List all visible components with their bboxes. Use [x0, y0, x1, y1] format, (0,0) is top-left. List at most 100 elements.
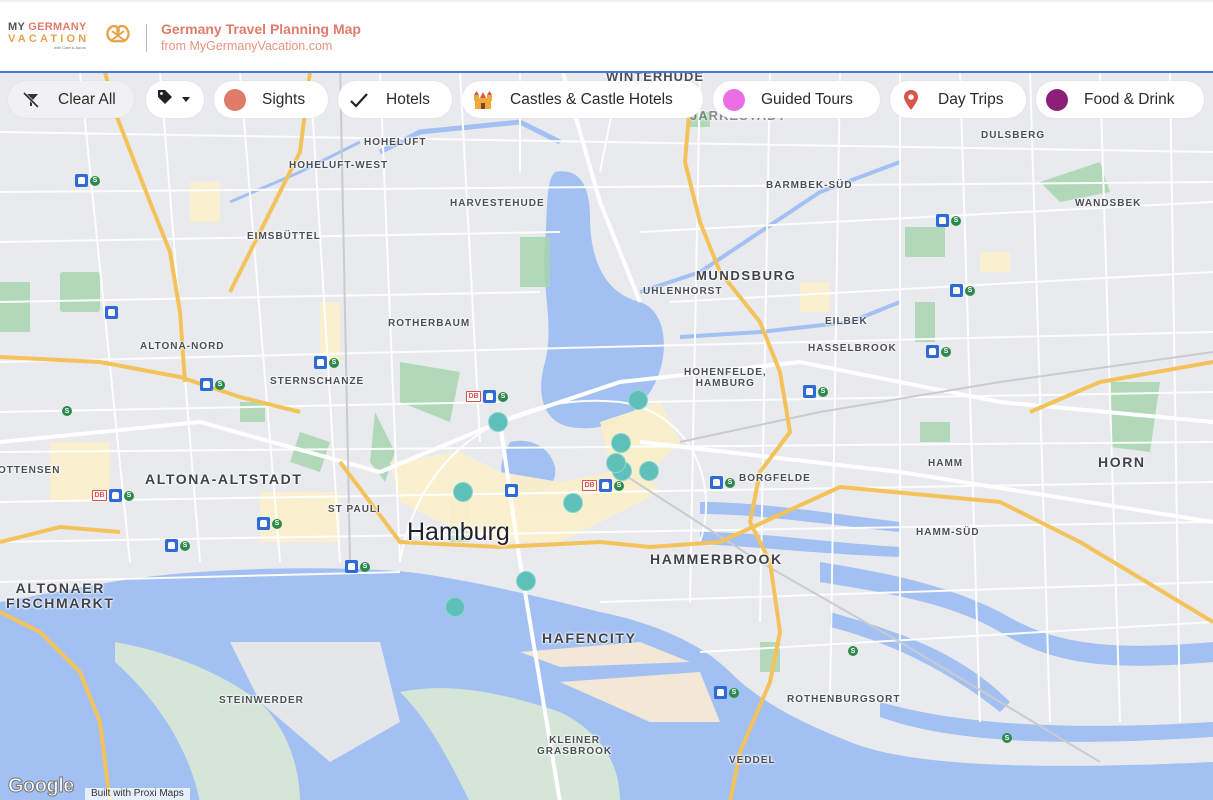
- site-logo[interactable]: MY GERMANY VACATION with Cate & Aaron: [8, 21, 130, 51]
- location-marker[interactable]: [563, 493, 583, 513]
- transit-station[interactable]: S: [200, 378, 225, 391]
- filter-chip-label: Guided Tours: [761, 90, 853, 108]
- filter-chip-sights[interactable]: Sights: [214, 81, 328, 118]
- filter-chip-guided-tours[interactable]: Guided Tours: [713, 81, 880, 118]
- sbahn-icon: S: [818, 386, 828, 397]
- city-label-hamburg: Hamburg: [407, 518, 510, 546]
- db-icon: DB: [582, 480, 597, 491]
- district-label: EILBEK: [825, 316, 868, 327]
- sbahn-icon: S: [848, 646, 858, 656]
- location-marker[interactable]: [628, 390, 648, 410]
- train-icon: [505, 484, 518, 497]
- transit-station[interactable]: S: [936, 214, 961, 227]
- district-label: HAMMERBROOK: [650, 551, 783, 567]
- map-canvas[interactable]: WINTERHUDE JARRESTADT DULSBERG HOHELUFT …: [0, 71, 1213, 800]
- filter-chip-castles[interactable]: Castles & Castle Hotels: [462, 81, 703, 118]
- food-drink-dot-icon: [1046, 88, 1068, 111]
- district-label: WANDSBEK: [1075, 198, 1142, 209]
- train-icon: [109, 489, 122, 502]
- district-label: EIMSBÜTTEL: [247, 231, 321, 242]
- sbahn-icon: S: [951, 215, 961, 226]
- district-label: VEDDEL: [729, 755, 776, 766]
- map-base-layer: [0, 73, 1213, 800]
- district-label: HAMM-SÜD: [916, 527, 980, 538]
- transit-station[interactable]: S: [75, 174, 100, 187]
- location-marker[interactable]: [445, 597, 465, 617]
- train-icon: [803, 385, 816, 398]
- page-subtitle[interactable]: from MyGermanyVacation.com: [161, 39, 332, 53]
- transit-station-altona[interactable]: DB S: [92, 489, 134, 502]
- district-label: KLEINER GRASBROOK: [537, 735, 613, 757]
- train-icon: [200, 378, 213, 391]
- filter-chip-label: Castles & Castle Hotels: [510, 90, 673, 108]
- train-icon: [710, 476, 723, 489]
- transit-station[interactable]: S: [257, 517, 282, 530]
- sbahn-icon: S: [1002, 733, 1012, 743]
- district-label: ALTONA-ALTSTADT: [145, 471, 303, 487]
- district-label: HAMM: [928, 458, 964, 469]
- district-label: OTTENSEN: [0, 465, 61, 476]
- district-label: HORN: [1098, 454, 1146, 470]
- transit-station[interactable]: S: [62, 406, 72, 416]
- location-marker[interactable]: [639, 461, 659, 481]
- transit-station[interactable]: S: [803, 385, 828, 398]
- map-pin-icon: [900, 89, 922, 111]
- filter-off-icon: [20, 89, 42, 111]
- district-label: STERNSCHANZE: [270, 376, 365, 387]
- district-label: HAFENCITY: [542, 630, 637, 646]
- transit-station[interactable]: S: [950, 284, 975, 297]
- transit-station[interactable]: S: [710, 476, 735, 489]
- train-icon: [314, 356, 327, 369]
- header-divider: [146, 24, 147, 52]
- transit-station[interactable]: S: [345, 560, 370, 573]
- transit-station-hbf[interactable]: DB S: [466, 390, 508, 403]
- district-label: HOHELUFT-WEST: [289, 160, 389, 171]
- transit-station-hbf[interactable]: DB S: [582, 479, 624, 492]
- transit-station[interactable]: [505, 484, 518, 497]
- tag-icon: [156, 88, 174, 111]
- transit-station[interactable]: S: [165, 539, 190, 552]
- train-icon: [936, 214, 949, 227]
- sbahn-icon: S: [62, 406, 72, 416]
- castle-icon: [472, 89, 494, 111]
- filter-chip-hotels[interactable]: Hotels: [338, 81, 452, 118]
- district-label: STEINWERDER: [219, 695, 304, 706]
- location-marker[interactable]: [611, 433, 631, 453]
- district-label: UHLENHORST: [643, 286, 723, 297]
- train-icon: [950, 284, 963, 297]
- district-label: ALTONAER FISCHMARKT: [6, 580, 115, 611]
- transit-station[interactable]: S: [848, 646, 858, 656]
- sbahn-icon: S: [90, 175, 100, 186]
- filter-chip-day-trips[interactable]: Day Trips: [890, 81, 1026, 118]
- sbahn-icon: S: [498, 391, 508, 402]
- district-label: ALTONA-NORD: [140, 341, 225, 352]
- train-icon: [483, 390, 496, 403]
- clear-all-button[interactable]: Clear All: [8, 81, 134, 118]
- sbahn-icon: S: [725, 477, 735, 488]
- location-marker[interactable]: [516, 571, 536, 591]
- logo-text-line2: VACATION: [8, 33, 90, 45]
- attribution-text[interactable]: Built with Proxi Maps: [85, 788, 190, 800]
- sbahn-icon: S: [180, 540, 190, 551]
- guided-tours-dot-icon: [723, 88, 745, 111]
- site-header: MY GERMANY VACATION with Cate & Aaron Ge…: [0, 0, 1213, 71]
- location-marker[interactable]: [606, 453, 626, 473]
- train-icon: [75, 174, 88, 187]
- location-marker[interactable]: [488, 412, 508, 432]
- db-icon: DB: [92, 490, 107, 501]
- page-title: Germany Travel Planning Map: [161, 21, 361, 37]
- district-label: ROTHENBURGSORT: [787, 694, 901, 705]
- tag-dropdown-button[interactable]: [146, 81, 204, 118]
- filter-chip-food-drink[interactable]: Food & Drink: [1036, 81, 1204, 118]
- district-label: HASSELBROOK: [808, 343, 897, 354]
- train-icon: [599, 479, 612, 492]
- transit-station[interactable]: S: [314, 356, 339, 369]
- sbahn-icon: S: [215, 379, 225, 390]
- transit-station[interactable]: S: [926, 345, 951, 358]
- transit-station[interactable]: S: [1002, 733, 1012, 743]
- transit-station[interactable]: [105, 306, 118, 319]
- sbahn-icon: S: [965, 285, 975, 296]
- transit-station[interactable]: S: [714, 686, 739, 699]
- district-label: BORGFELDE: [739, 473, 811, 484]
- location-marker[interactable]: [453, 482, 473, 502]
